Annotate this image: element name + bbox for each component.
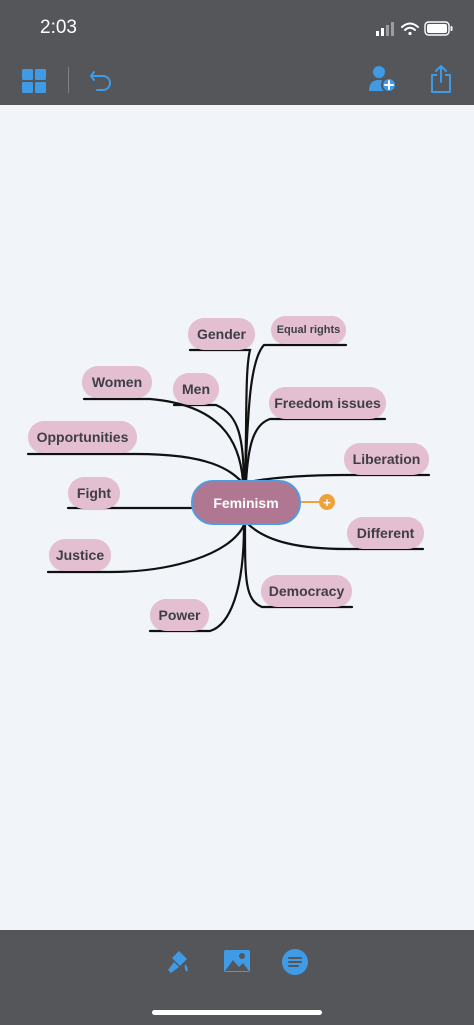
- node-men[interactable]: Men: [173, 373, 219, 405]
- node-women[interactable]: Women: [82, 366, 152, 398]
- node-fight[interactable]: Fight: [68, 477, 120, 509]
- node-liberation[interactable]: Liberation: [344, 443, 429, 475]
- image-icon[interactable]: [223, 949, 251, 975]
- node-power[interactable]: Power: [150, 599, 209, 631]
- format-brush-icon[interactable]: [165, 948, 193, 976]
- node-gender[interactable]: Gender: [188, 318, 255, 350]
- add-branch-connector: [301, 501, 319, 503]
- plus-icon: +: [323, 494, 331, 510]
- notes-icon[interactable]: [281, 948, 309, 976]
- home-indicator: [152, 1010, 322, 1015]
- node-opportunities[interactable]: Opportunities: [28, 421, 137, 453]
- node-equal-rights[interactable]: Equal rights: [271, 316, 346, 344]
- node-center[interactable]: Feminism: [191, 480, 301, 525]
- node-justice[interactable]: Justice: [49, 539, 111, 571]
- add-branch-button[interactable]: +: [319, 494, 335, 510]
- node-freedom-issues[interactable]: Freedom issues: [269, 387, 386, 419]
- node-democracy[interactable]: Democracy: [261, 575, 352, 607]
- node-different[interactable]: Different: [347, 517, 424, 549]
